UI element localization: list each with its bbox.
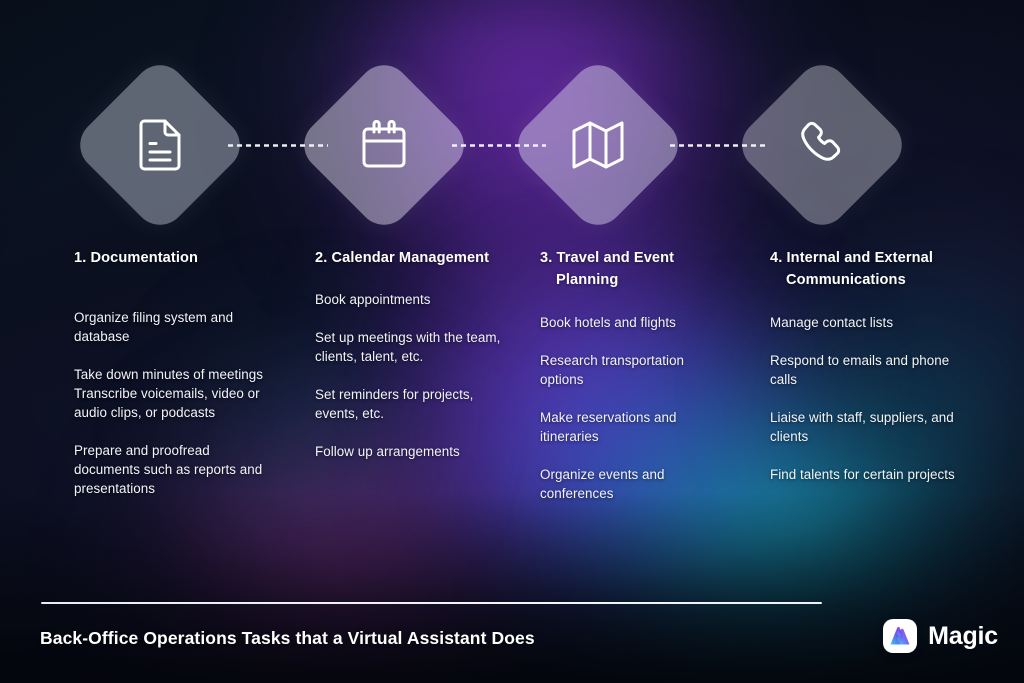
step-item: Follow up arrangements [315, 443, 460, 459]
step-columns: 1. Documentation Organize filing system … [0, 248, 1024, 548]
step-item: Book appointments [315, 291, 431, 307]
step-item: Find talents for certain projects [770, 467, 955, 483]
step-item: Liaise with staff, suppliers, and client… [770, 410, 954, 445]
step-heading-1: 1. Documentation [74, 250, 199, 266]
step-item: Take down minutes of meetings [74, 366, 264, 382]
step-item-list-2: Book appointments Set up meetings with t… [315, 290, 501, 461]
step-diamond-3[interactable] [507, 54, 689, 236]
step-item-list-1: Organize filing system and database Take… [74, 308, 264, 498]
step-item: Organize filing system and database [74, 309, 234, 344]
footer-title: Back-Office Operations Tasks that a Virt… [40, 628, 535, 648]
step-item: Manage contact lists [770, 315, 894, 331]
step-diamond-4[interactable] [731, 54, 913, 236]
step-icon-row [0, 0, 1024, 236]
step-column-1: 1. Documentation Organize filing system … [74, 248, 264, 498]
brand-lockup: Magic [883, 619, 998, 653]
step-column-4: 4. Internal and External Communications … [770, 248, 965, 484]
footer: Back-Office Operations Tasks that a Virt… [0, 593, 1024, 683]
phone-icon [758, 81, 886, 209]
infographic-canvas: 1. Documentation Organize filing system … [0, 0, 1024, 683]
step-item: Set up meetings with the team, clients, … [315, 329, 501, 364]
step-item: Transcribe voicemails, video or audio cl… [74, 385, 260, 420]
step-item: Research transportation options [540, 353, 685, 388]
step-item-list-4: Manage contact lists Respond to emails a… [770, 313, 965, 484]
step-item: Prepare and proofread documents such as … [74, 442, 263, 496]
map-icon [534, 81, 662, 209]
step-item: Organize events and conferences [540, 467, 665, 502]
calendar-icon [320, 81, 448, 209]
step-heading-4: 4. Internal and External Communications [770, 250, 933, 288]
step-heading-3: 3. Travel and Event Planning [540, 250, 675, 288]
step-heading-2: 2. Calendar Management [315, 250, 490, 266]
step-item: Set reminders for projects, events, etc. [315, 386, 474, 421]
step-item: Respond to emails and phone calls [770, 353, 950, 388]
step-item-list-3: Book hotels and flights Research transpo… [540, 313, 726, 503]
step-column-3: 3. Travel and Event Planning Book hotels… [540, 248, 726, 503]
footer-divider [41, 602, 822, 604]
step-column-2: 2. Calendar Management Book appointments… [315, 248, 501, 461]
step-diamond-1[interactable] [69, 54, 251, 236]
magic-logo-icon [883, 619, 918, 653]
document-icon [96, 81, 224, 209]
step-item: Make reservations and itineraries [540, 410, 677, 445]
brand-name: Magic [928, 621, 998, 650]
step-item: Book hotels and flights [540, 315, 676, 331]
step-diamond-2[interactable] [293, 54, 475, 236]
